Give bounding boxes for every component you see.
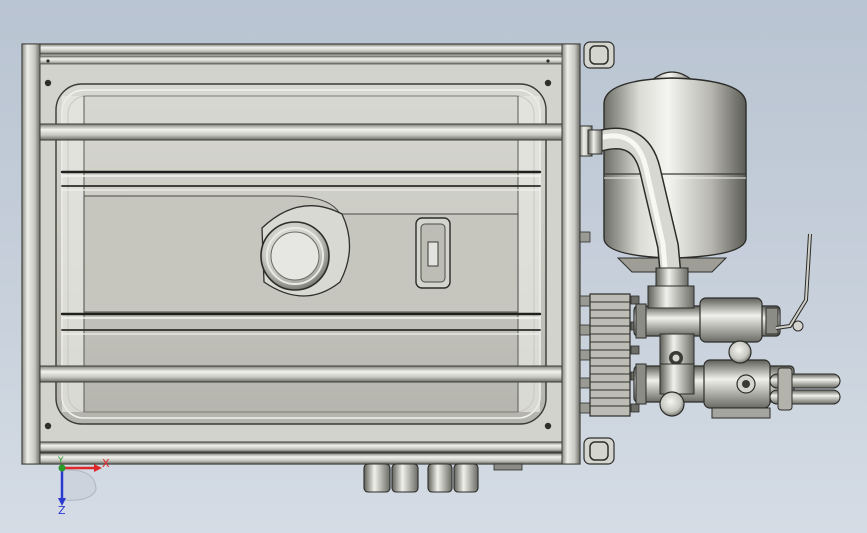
- triad-y-label: Y: [58, 456, 64, 466]
- triad-x-label: X: [102, 457, 110, 470]
- triad-z-label: Z: [58, 504, 66, 517]
- filler-cap[interactable]: [260, 205, 351, 297]
- assembly-model[interactable]: [0, 0, 867, 533]
- sight-gauge[interactable]: [415, 217, 451, 289]
- plate-heat-exchanger[interactable]: [589, 293, 640, 417]
- bottom-fittings[interactable]: [363, 463, 523, 493]
- outlet-pipes[interactable]: [769, 367, 841, 411]
- cad-viewport[interactable]: X Y Z: [0, 0, 867, 533]
- coordinate-triad: [58, 464, 102, 506]
- ball-valve-handle[interactable]: [775, 233, 812, 332]
